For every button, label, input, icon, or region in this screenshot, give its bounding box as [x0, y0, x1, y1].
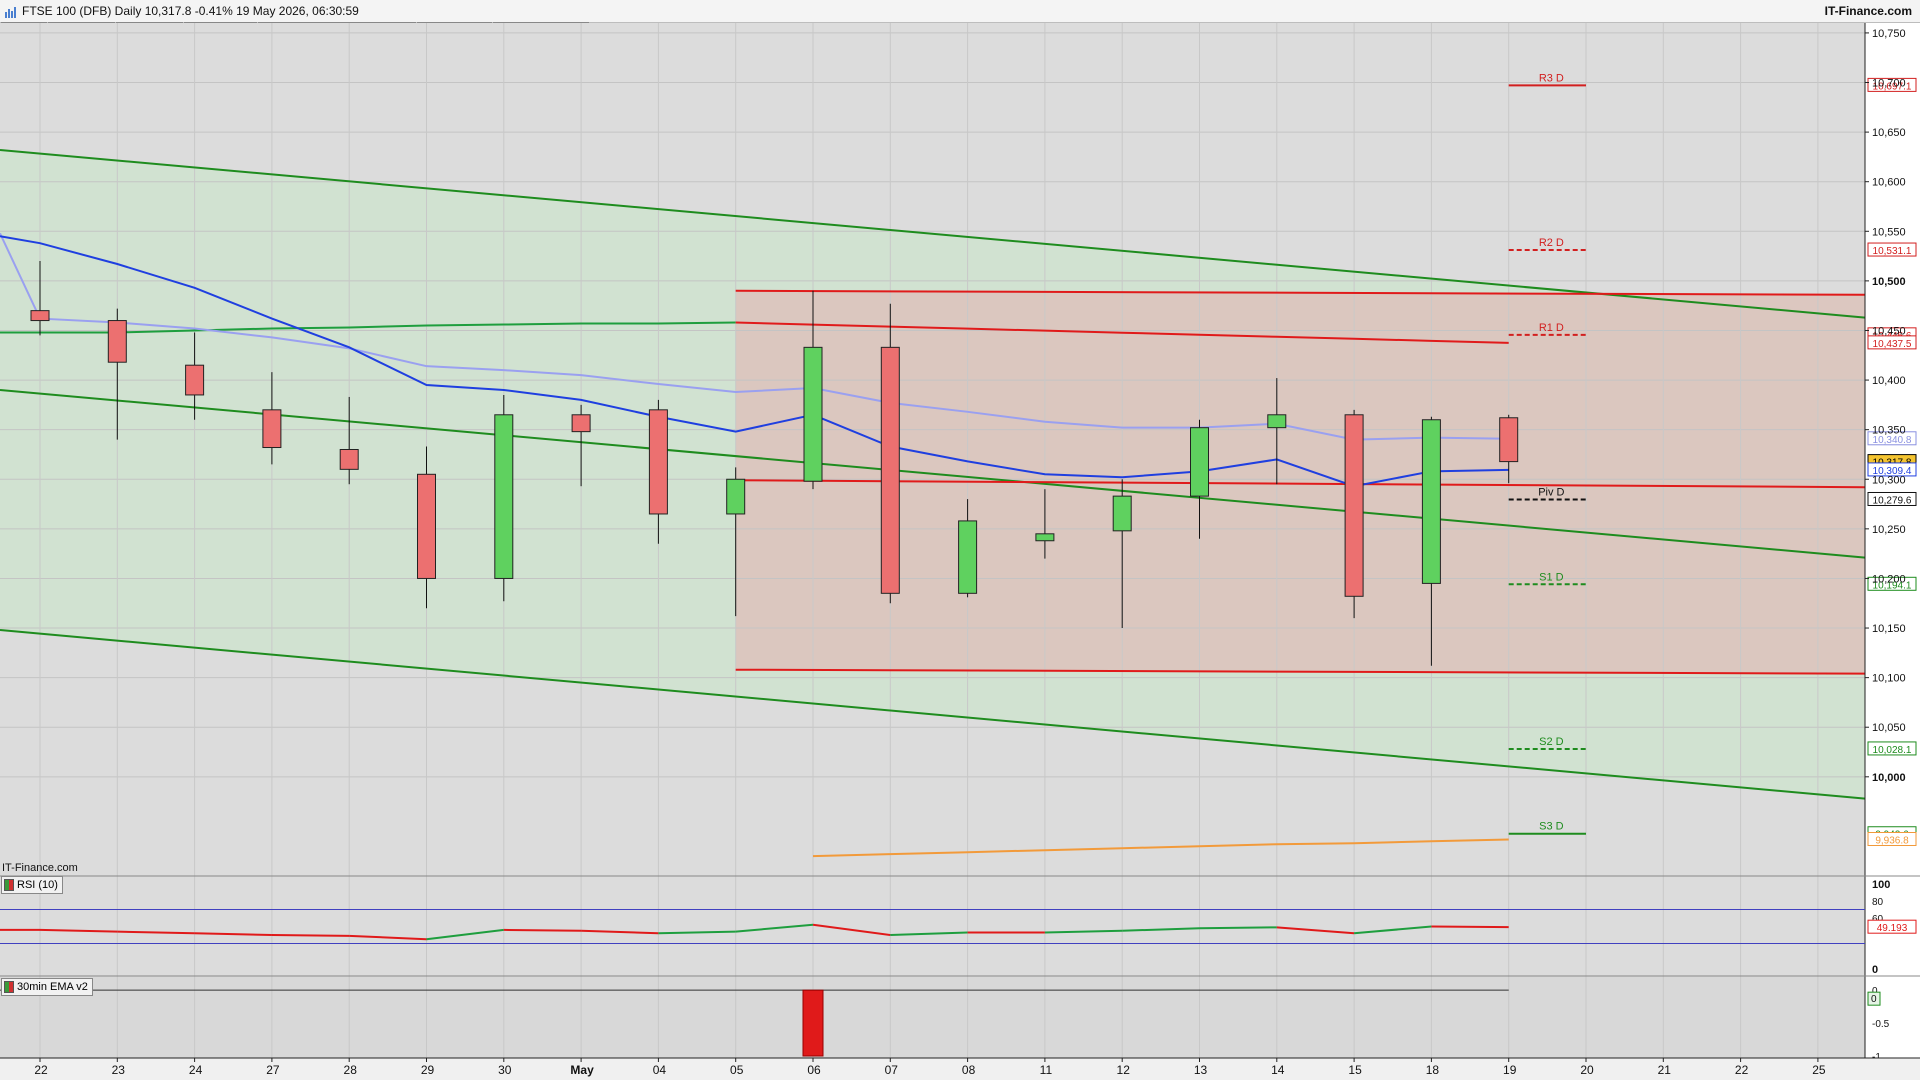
pivot-label: Piv D — [1538, 486, 1564, 498]
rsi-line-segment — [271, 934, 350, 937]
chart-canvas[interactable]: R3 D10,697.1R2 D10,531.1R1 D10,445.6Piv … — [0, 0, 1920, 1080]
time-axis-label: 20 — [1580, 1063, 1594, 1077]
time-axis-label: 15 — [1348, 1063, 1362, 1077]
candle-up — [1035, 533, 1055, 542]
ema-panel-legend[interactable]: 30min EMA v2 — [1, 978, 93, 996]
pivot-value-label: 10,531.1 — [1873, 246, 1912, 257]
price-axis-label: 10,200 — [1872, 573, 1906, 585]
time-axis-label: 18 — [1426, 1063, 1440, 1077]
time-axis-label: 25 — [1812, 1063, 1826, 1077]
time-axis-label: 29 — [421, 1063, 435, 1077]
time-axis-label: 21 — [1658, 1063, 1672, 1077]
price-axis-label: 10,450 — [1872, 325, 1906, 337]
value-tag-label: 10,437.5 — [1873, 339, 1912, 350]
time-axis-label: 22 — [34, 1063, 48, 1077]
time-axis-label: 05 — [730, 1063, 744, 1077]
time-axis-bg — [0, 1058, 1920, 1080]
ema-value-label: 0 — [1871, 994, 1877, 1005]
time-axis-label: 27 — [266, 1063, 280, 1077]
candle-down — [880, 346, 900, 594]
time-axis-label: 30 — [498, 1063, 512, 1077]
rsi-line-segment — [1431, 925, 1509, 929]
time-axis-label: 24 — [189, 1063, 203, 1077]
price-axis-label: 10,100 — [1872, 673, 1906, 685]
value-tag-label: 9,936.8 — [1875, 835, 1909, 846]
time-axis-label: 14 — [1271, 1063, 1285, 1077]
price-axis-label: 10,050 — [1872, 722, 1906, 734]
pivot-value-label: 10,028.1 — [1873, 745, 1912, 756]
time-axis-label: 06 — [807, 1063, 821, 1077]
candle-down — [648, 409, 668, 515]
time-axis-label: 07 — [885, 1063, 899, 1077]
candle-up — [1421, 419, 1441, 584]
rsi-panel-bg — [0, 878, 1865, 975]
pivot-label: S1 D — [1539, 571, 1564, 583]
pivot-label: R3 D — [1539, 72, 1564, 84]
pivot-value-label: 10,279.6 — [1873, 495, 1912, 506]
candle-up — [1267, 414, 1287, 429]
watermark: IT-Finance.com — [2, 862, 78, 874]
rsi-axis-label: 80 — [1872, 897, 1884, 908]
candle-down — [339, 449, 359, 470]
rsi-axis-label: 100 — [1872, 879, 1890, 891]
time-axis-label: 22 — [1735, 1063, 1749, 1077]
ema-bar — [802, 989, 824, 1057]
price-axis-label: 10,650 — [1872, 127, 1906, 139]
time-axis-label: 23 — [112, 1063, 126, 1077]
time-axis-label: May — [570, 1063, 594, 1077]
rsi-panel-legend[interactable]: RSI (10) — [1, 876, 63, 894]
ema-panel-swatch — [4, 981, 14, 993]
price-axis-label: 10,250 — [1872, 524, 1906, 536]
time-axis-label: 19 — [1503, 1063, 1517, 1077]
candle-up — [494, 414, 514, 579]
ema-axis-label: -0.5 — [1872, 1019, 1890, 1030]
pivot-label: R1 D — [1539, 322, 1564, 334]
time-axis-label: 13 — [1194, 1063, 1208, 1077]
time-axis-label: 12 — [1117, 1063, 1131, 1077]
pivot-label: S2 D — [1539, 736, 1564, 748]
candle-up — [803, 346, 823, 482]
price-axis-label: 10,600 — [1872, 177, 1906, 189]
rsi-panel-label: RSI (10) — [17, 879, 58, 891]
price-axis-label: 10,750 — [1872, 28, 1906, 40]
rsi-line-segment — [1199, 926, 1277, 930]
candle-down — [30, 310, 50, 322]
candle-up — [1112, 495, 1132, 532]
price-axis-label: 10,150 — [1872, 623, 1906, 635]
rsi-value-label: 49.193 — [1877, 923, 1908, 934]
pivot-label: R2 D — [1539, 237, 1564, 249]
rsi-line-segment — [503, 928, 582, 932]
candle-down — [417, 473, 436, 579]
price-axis-label: 10,700 — [1872, 78, 1906, 90]
pivot-label: S3 D — [1539, 821, 1564, 833]
price-axis-label: 10,000 — [1872, 772, 1906, 784]
price-axis-label: 10,500 — [1872, 276, 1906, 288]
time-axis-label: 08 — [962, 1063, 976, 1077]
candle-down — [1344, 414, 1364, 597]
rsi-swatch — [4, 879, 14, 891]
ema-panel-label: 30min EMA v2 — [17, 981, 88, 993]
price-axis-label: 10,550 — [1872, 226, 1906, 238]
rsi-axis-label: 0 — [1872, 964, 1878, 976]
time-axis-label: 11 — [1040, 1063, 1053, 1077]
candle-down — [1499, 417, 1519, 463]
candle-up — [1190, 427, 1209, 497]
candle-up — [726, 478, 746, 515]
price-axis-label: 10,400 — [1872, 375, 1906, 387]
candle-down — [185, 364, 205, 396]
candle-down — [571, 414, 591, 433]
chart-window: FTSE 100 (DFB) Daily 10,317.8 -0.41% 19 … — [0, 0, 1920, 1080]
candle-down — [107, 320, 127, 363]
candle-up — [958, 520, 978, 594]
time-axis-label: 04 — [653, 1063, 667, 1077]
price-axis-label: 10,350 — [1872, 425, 1906, 437]
price-axis-label: 10,300 — [1872, 474, 1906, 486]
candle-down — [262, 409, 282, 449]
ema-panel-bg — [0, 977, 1865, 1058]
time-axis-label: 28 — [344, 1063, 358, 1077]
